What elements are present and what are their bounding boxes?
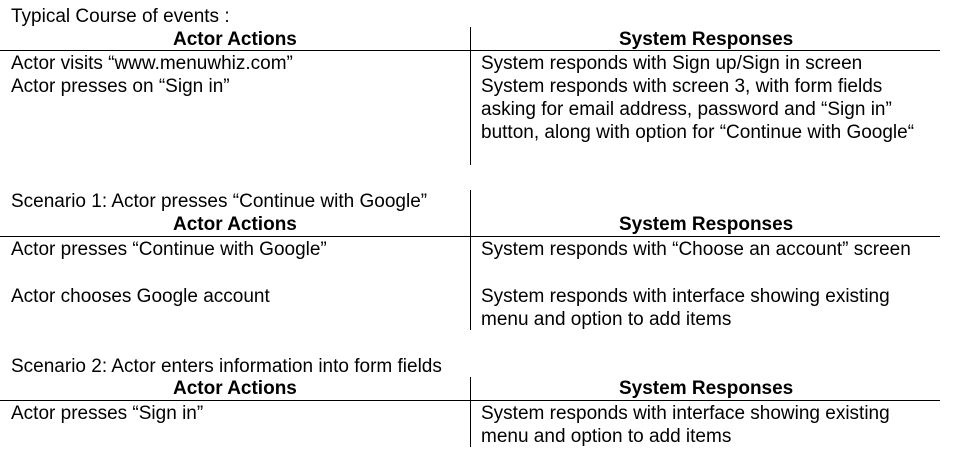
actor-action-cell: Actor presses on “Sign in” [11, 76, 230, 97]
column-divider [470, 190, 471, 330]
system-responses-header: System Responses [619, 378, 794, 399]
system-responses-header: System Responses [619, 29, 794, 50]
column-divider [470, 27, 471, 165]
system-responses-header: System Responses [619, 214, 794, 235]
actor-action-cell: Actor chooses Google account [11, 286, 270, 307]
actor-action-cell: Actor presses “Continue with Google” [11, 239, 327, 260]
column-divider [470, 377, 471, 447]
system-response-cell: System responds with “Choose an account”… [481, 239, 911, 260]
system-response-cell: System responds with interface showing e… [481, 403, 890, 447]
system-response-cell: System responds with Sign up/Sign in scr… [481, 53, 863, 74]
actor-actions-header: Actor Actions [173, 378, 297, 399]
actor-action-cell: Actor visits “www.menuwhiz.com” [11, 53, 293, 74]
typical-course-title: Typical Course of events : [11, 6, 230, 27]
system-response-cell: System responds with interface showing e… [481, 286, 890, 330]
actor-action-cell: Actor presses “Sign in” [11, 403, 204, 424]
scenario-2-title: Scenario 2: Actor enters information int… [11, 356, 442, 377]
system-response-cell: System responds with screen 3, with form… [481, 76, 915, 143]
actor-actions-header: Actor Actions [173, 214, 297, 235]
scenario-1-title: Scenario 1: Actor presses “Continue with… [11, 191, 428, 212]
actor-actions-header: Actor Actions [173, 29, 297, 50]
